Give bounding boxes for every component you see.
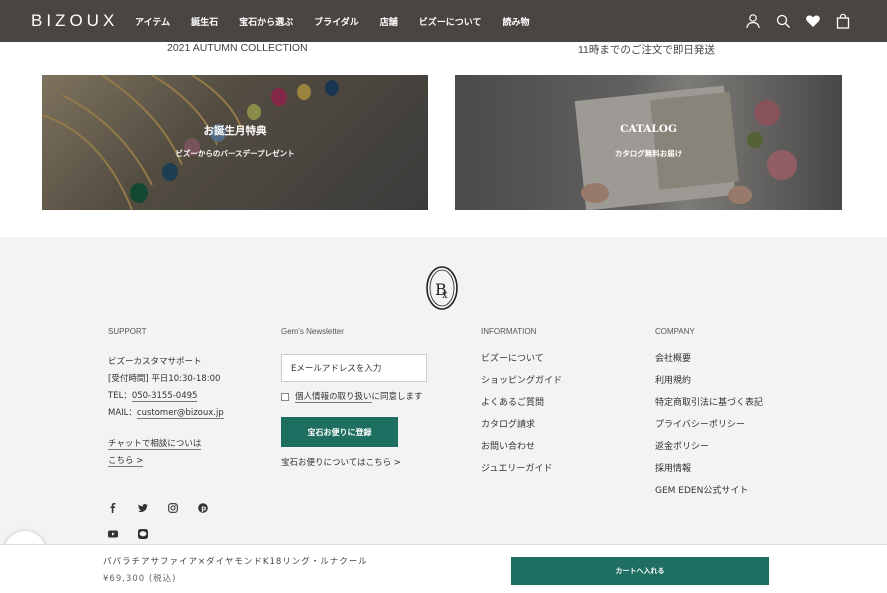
catalog-banner[interactable]: CATALOG カタログ無料お届け xyxy=(455,75,842,210)
social-row-1: p xyxy=(108,503,208,513)
email-input[interactable]: Eメールアドレスを入力 xyxy=(281,354,427,382)
info-link-contact[interactable]: お問い合わせ xyxy=(481,436,562,458)
product-price: ¥69,300 (税込) xyxy=(103,574,177,584)
main-nav: アイテム 誕生石 宝石から選ぶ ブライダル 店舗 ビズーについて 読み物 xyxy=(135,15,551,28)
bizoux-emblem-icon: B x xyxy=(426,266,458,310)
birthday-banner[interactable]: お誕生月特典 ビズーからのバースデープレゼント xyxy=(42,75,428,210)
information-heading: INFORMATION xyxy=(481,327,537,336)
svg-text:x: x xyxy=(442,290,448,301)
support-name: ビズーカスタマサポート xyxy=(108,357,202,367)
collection-caption: 2021 AUTUMN COLLECTION xyxy=(167,42,308,54)
catalog-banner-subtitle: カタログ無料お届け xyxy=(614,149,683,158)
nav-item-articles[interactable]: 読み物 xyxy=(503,15,530,28)
user-icon[interactable] xyxy=(745,13,761,29)
instagram-icon[interactable] xyxy=(168,503,178,513)
newsletter-column: Gem's Newsletter Eメールアドレスを入力 個人情報の取り扱いに同… xyxy=(281,327,431,468)
info-link-faq[interactable]: よくあるご質問 xyxy=(481,392,562,414)
birthday-banner-title: お誕生月特典 xyxy=(203,125,267,137)
pinterest-icon[interactable]: p xyxy=(198,503,208,513)
search-icon[interactable] xyxy=(775,13,791,29)
promo-section: 2021 AUTUMN COLLECTION 11時までのご注文で即日発送 お誕… xyxy=(0,42,887,237)
information-column: INFORMATION ビズーについて ショッピングガイド よくあるご質問 カタ… xyxy=(481,327,562,480)
company-link-privacy[interactable]: プライバシーポリシー xyxy=(655,414,763,436)
support-column: SUPPORT ビズーカスタマサポート [受付時間] 平日10:30-18:00… xyxy=(108,327,224,470)
shipping-caption: 11時までのご注文で即日発送 xyxy=(578,44,715,56)
company-link-careers[interactable]: 採用情報 xyxy=(655,458,763,480)
info-link-catalog[interactable]: カタログ請求 xyxy=(481,414,562,436)
nav-item-birthstone[interactable]: 誕生石 xyxy=(191,15,218,28)
support-mail: MAIL：customer@bizoux.jp xyxy=(108,408,224,419)
company-link-overview[interactable]: 会社概要 xyxy=(655,348,763,370)
heart-icon[interactable] xyxy=(805,13,821,29)
nav-item-about[interactable]: ビズーについて xyxy=(419,15,482,28)
consent-checkbox[interactable] xyxy=(281,392,289,401)
nav-item-items[interactable]: アイテム xyxy=(135,15,170,28)
company-link-terms[interactable]: 利用規約 xyxy=(655,370,763,392)
privacy-link[interactable]: 個人情報の取り扱い xyxy=(295,392,372,403)
svg-text:p: p xyxy=(201,505,206,513)
nav-item-stores[interactable]: 店舗 xyxy=(380,15,398,28)
mail-link[interactable]: customer@bizoux.jp xyxy=(136,408,224,419)
info-link-about[interactable]: ビズーについて xyxy=(481,348,562,370)
company-heading: COMPANY xyxy=(655,327,695,336)
facebook-icon[interactable] xyxy=(108,503,118,513)
header-icons xyxy=(745,13,851,29)
line-icon[interactable] xyxy=(138,529,148,539)
newsletter-about-link[interactable]: 宝石お便りについてはこちら > xyxy=(281,456,431,468)
add-to-cart-button[interactable]: カートへ入れる xyxy=(511,557,769,585)
newsletter-heading: Gem's Newsletter xyxy=(281,327,344,336)
catalog-banner-title: CATALOG xyxy=(620,123,677,135)
bag-icon[interactable] xyxy=(835,13,851,29)
info-link-jewelry-guide[interactable]: ジュエリーガイド xyxy=(481,458,562,480)
info-link-shopping-guide[interactable]: ショッピングガイド xyxy=(481,370,562,392)
nav-item-bridal[interactable]: ブライダル xyxy=(314,15,359,28)
product-name: パパラチアサファイア×ダイヤモンドK18リング・ルナクール xyxy=(103,557,368,567)
support-tel: TEL：050-3155-0495 xyxy=(108,391,198,402)
company-column: COMPANY 会社概要 利用規約 特定商取引法に基づく表記 プライバシーポリシ… xyxy=(655,327,763,502)
nav-item-gemstones[interactable]: 宝石から選ぶ xyxy=(239,15,293,28)
birthday-banner-subtitle: ビズーからのバースデープレゼント xyxy=(175,149,295,158)
site-logo[interactable]: BIZOUX xyxy=(31,11,127,31)
twitter-icon[interactable] xyxy=(138,503,148,513)
chat-link[interactable]: チャットで相談についは こちら > xyxy=(108,436,224,470)
youtube-icon[interactable] xyxy=(108,529,118,539)
tel-link[interactable]: 050-3155-0495 xyxy=(131,391,198,402)
site-header: BIZOUX アイテム 誕生石 宝石から選ぶ ブライダル 店舗 ビズーについて … xyxy=(0,0,887,42)
consent-row: 個人情報の取り扱いに同意します xyxy=(281,389,431,405)
support-heading: SUPPORT xyxy=(108,327,147,336)
support-hours: [受付時間] 平日10:30-18:00 xyxy=(108,374,221,384)
site-footer: B x SUPPORT ビズーカスタマサポート [受付時間] 平日10:30-1… xyxy=(0,237,887,544)
social-row-2 xyxy=(108,529,148,539)
company-link-gem-eden[interactable]: GEM EDEN公式サイト xyxy=(655,480,763,502)
sticky-product-bar: パパラチアサファイア×ダイヤモンドK18リング・ルナクール ¥69,300 (税… xyxy=(0,544,887,593)
newsletter-register-button[interactable]: 宝石お便りに登録 xyxy=(281,417,398,447)
company-link-legal[interactable]: 特定商取引法に基づく表記 xyxy=(655,392,763,414)
company-link-refund[interactable]: 返金ポリシー xyxy=(655,436,763,458)
